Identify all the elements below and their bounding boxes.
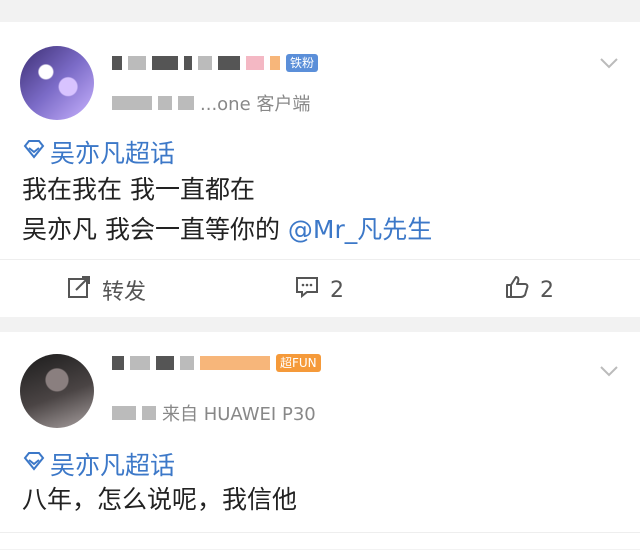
- post-text-line: 八年，怎么说呢，我信他: [22, 485, 298, 514]
- topic-diamond-icon: [22, 449, 46, 479]
- like-button[interactable]: 2: [504, 274, 554, 306]
- comment-count: 2: [330, 277, 344, 303]
- action-bar: 转发 2 2: [0, 259, 640, 318]
- super-fun-badge: 超FUN: [276, 354, 321, 372]
- topic-label: 吴亦凡超话: [50, 139, 176, 168]
- topic-diamond-icon: [22, 137, 46, 167]
- action-bar: [0, 532, 640, 550]
- like-icon: [504, 274, 530, 306]
- comment-button[interactable]: 2: [294, 274, 344, 306]
- post-card: 超FUN 来自 HUAWEI P30 吴亦凡超话 八年，怎么说呢，我信他: [0, 332, 640, 549]
- chevron-down-icon[interactable]: [598, 52, 620, 74]
- repost-label: 转发: [102, 280, 147, 305]
- username-blurred[interactable]: 超FUN: [112, 354, 321, 372]
- post-text-line: 吴亦凡 我会一直等你的 @Mr_凡先生: [22, 212, 432, 248]
- mention-link[interactable]: @Mr_凡先生: [288, 215, 432, 244]
- topic-link[interactable]: 吴亦凡超话: [22, 134, 175, 170]
- post-card: 铁粉 ...one 客户端 吴亦凡超话 我在我在 我一直都在 吴亦凡 我会一直等…: [0, 22, 640, 317]
- topic-link[interactable]: 吴亦凡超话: [22, 446, 175, 482]
- username-blurred[interactable]: 铁粉: [112, 54, 319, 72]
- post-source: ...one 客户端: [112, 90, 310, 116]
- repost-icon: [66, 274, 92, 306]
- post-text-content: 吴亦凡 我会一直等你的: [22, 215, 280, 244]
- source-label: 来自 HUAWEI P30: [162, 404, 316, 425]
- chevron-down-icon[interactable]: [598, 360, 620, 382]
- avatar[interactable]: [20, 354, 94, 428]
- post-source: 来自 HUAWEI P30: [112, 400, 316, 426]
- avatar[interactable]: [20, 46, 94, 120]
- like-count: 2: [540, 277, 554, 303]
- topic-label: 吴亦凡超话: [50, 451, 176, 480]
- comment-icon: [294, 274, 320, 306]
- post-text-line: 我在我在 我一直都在: [22, 175, 255, 204]
- source-label: ...one 客户端: [200, 94, 311, 115]
- fan-badge: 铁粉: [286, 54, 319, 72]
- repost-button[interactable]: 转发: [66, 274, 146, 306]
